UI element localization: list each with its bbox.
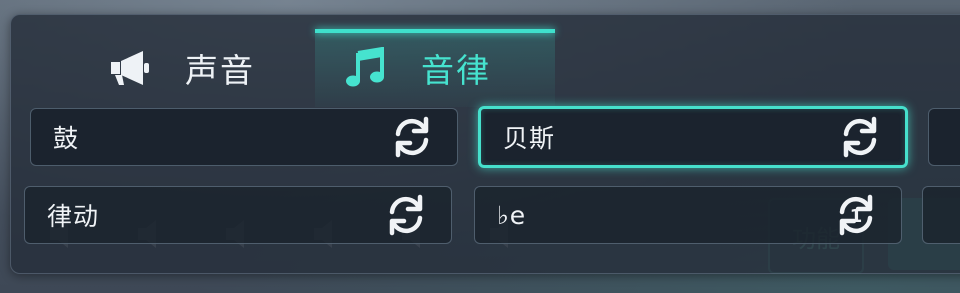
- slot-drum-label: 鼓: [53, 124, 80, 153]
- slot-flat-e[interactable]: ♭e 1: [474, 186, 902, 244]
- refresh-icon[interactable]: [387, 112, 437, 162]
- slot-bass[interactable]: 贝斯: [478, 106, 908, 168]
- refresh-icon[interactable]: [835, 112, 885, 162]
- slot-groove-label: 律动: [47, 202, 100, 231]
- refresh-icon[interactable]: [381, 190, 431, 240]
- slot-offscreen-2[interactable]: [922, 186, 960, 244]
- slot-drum[interactable]: 鼓: [30, 108, 458, 166]
- music-note-icon: [343, 45, 389, 91]
- tab-bar: 声音 音律: [39, 29, 960, 107]
- tab-sound[interactable]: 声音: [79, 29, 319, 107]
- slot-offscreen-1[interactable]: [928, 108, 960, 166]
- refresh-count-badge: 1: [850, 206, 863, 227]
- tab-rhythm[interactable]: 音律: [315, 29, 555, 107]
- megaphone-icon: [107, 45, 153, 91]
- tab-rhythm-label: 音律: [421, 51, 491, 90]
- slot-bass-label: 贝斯: [503, 124, 556, 153]
- slot-flat-e-label: ♭e: [497, 200, 527, 230]
- refresh-one-icon[interactable]: 1: [831, 190, 881, 240]
- slot-groove[interactable]: 律动: [24, 186, 452, 244]
- tab-sound-label: 声音: [185, 51, 255, 90]
